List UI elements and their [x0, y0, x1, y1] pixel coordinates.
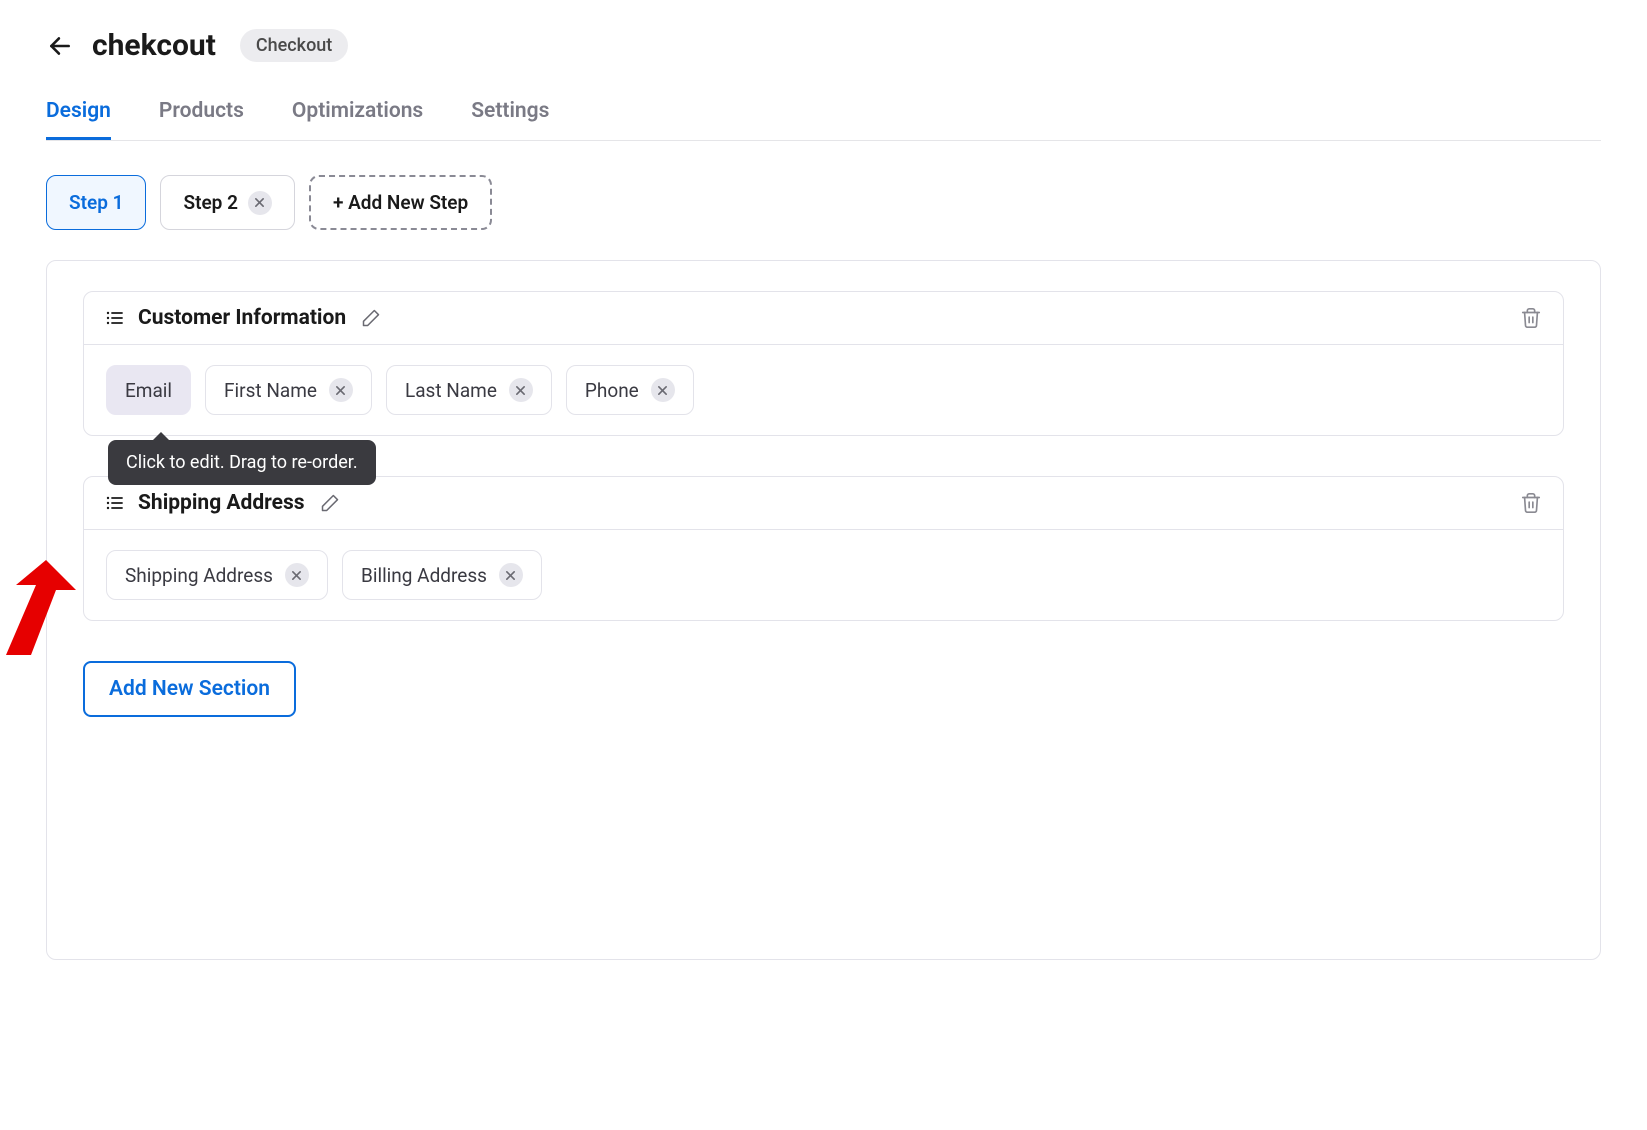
field-label: Shipping Address [125, 564, 273, 587]
field-label: Last Name [405, 379, 497, 402]
section-body: Email First Name Last Name [84, 345, 1563, 435]
drag-handle-icon[interactable] [104, 308, 124, 328]
remove-field-icon[interactable] [651, 378, 675, 402]
field-label: Billing Address [361, 564, 487, 587]
page-title: chekcout [92, 28, 216, 63]
section-body: Shipping Address Billing Address [84, 530, 1563, 620]
tab-settings[interactable]: Settings [471, 99, 549, 140]
step-pill-1[interactable]: Step 1 [46, 175, 146, 230]
add-step-button[interactable]: + Add New Step [309, 175, 492, 230]
field-chip-first-name[interactable]: First Name [205, 365, 372, 415]
edit-icon[interactable] [360, 307, 382, 329]
section-title: Shipping Address [138, 491, 305, 515]
field-label: Email [125, 379, 172, 402]
field-chip-phone[interactable]: Phone [566, 365, 694, 415]
remove-field-icon[interactable] [329, 378, 353, 402]
tab-bar: Design Products Optimizations Settings [46, 99, 1601, 141]
field-chip-shipping-address[interactable]: Shipping Address [106, 550, 328, 600]
field-chip-last-name[interactable]: Last Name [386, 365, 552, 415]
field-tooltip: Click to edit. Drag to re-order. [108, 440, 376, 485]
page-header: chekcout Checkout [46, 28, 1601, 63]
back-arrow-icon[interactable] [46, 32, 74, 60]
step-label: Step 2 [183, 191, 237, 214]
tab-optimizations[interactable]: Optimizations [292, 99, 423, 140]
field-chip-email[interactable]: Email [106, 365, 191, 415]
design-canvas: Customer Information Email [46, 260, 1601, 960]
add-step-label: + Add New Step [333, 191, 468, 214]
tab-design[interactable]: Design [46, 99, 111, 140]
field-label: First Name [224, 379, 317, 402]
section-customer-information: Customer Information Email [83, 291, 1564, 436]
delete-section-icon[interactable] [1519, 306, 1543, 330]
drag-handle-icon[interactable] [104, 493, 124, 513]
field-label: Phone [585, 379, 639, 402]
section-header: Customer Information [84, 292, 1563, 345]
remove-field-icon[interactable] [499, 563, 523, 587]
section-title: Customer Information [138, 306, 346, 330]
edit-icon[interactable] [319, 492, 341, 514]
tooltip-text: Click to edit. Drag to re-order. [126, 452, 358, 473]
step-pill-2[interactable]: Step 2 [160, 175, 294, 230]
steps-row: Step 1 Step 2 + Add New Step [46, 175, 1601, 230]
step-label: Step 1 [69, 191, 123, 214]
remove-field-icon[interactable] [285, 563, 309, 587]
remove-step-icon[interactable] [248, 191, 272, 215]
remove-field-icon[interactable] [509, 378, 533, 402]
field-chip-billing-address[interactable]: Billing Address [342, 550, 542, 600]
page-type-badge: Checkout [240, 29, 348, 62]
add-section-button[interactable]: Add New Section [83, 661, 296, 717]
delete-section-icon[interactable] [1519, 491, 1543, 515]
section-shipping-address: Shipping Address Shipping Address [83, 476, 1564, 621]
tab-products[interactable]: Products [159, 99, 244, 140]
